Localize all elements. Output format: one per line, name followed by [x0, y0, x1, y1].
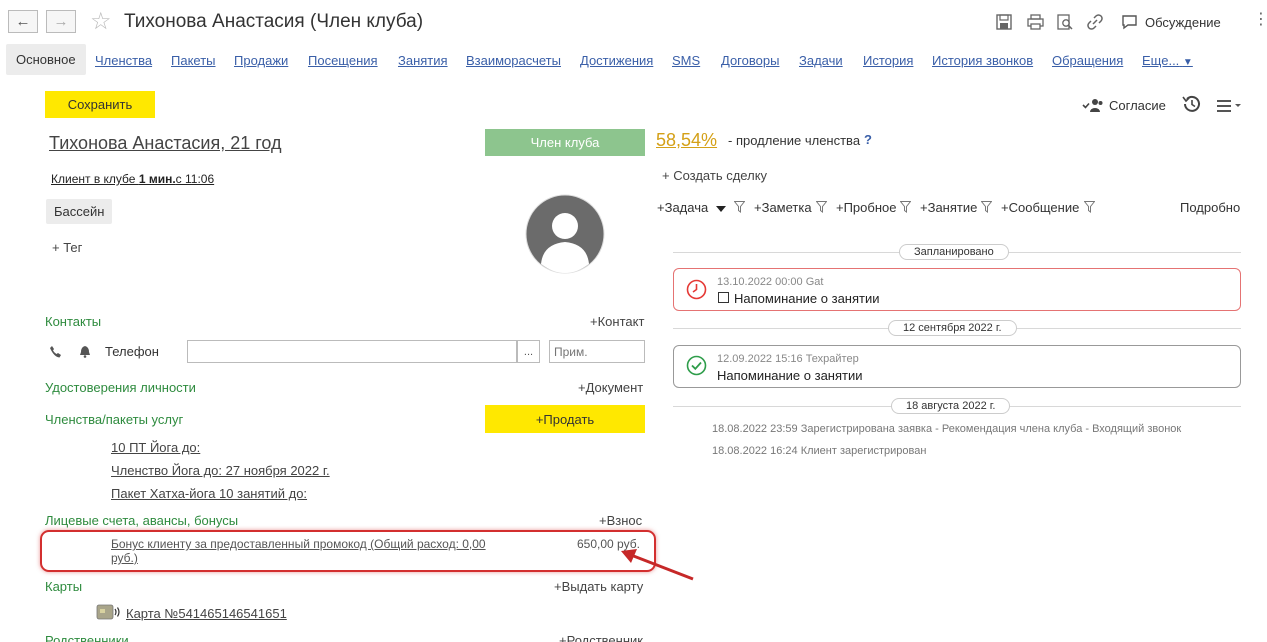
more-vert-icon[interactable]: ⋮ [1253, 12, 1267, 28]
tab-memberships[interactable]: Членства [95, 53, 152, 68]
avatar[interactable] [525, 194, 605, 274]
add-document-button[interactable]: +Документ [578, 380, 643, 395]
add-task-button[interactable]: +Задача [657, 200, 708, 215]
bonus-account-link[interactable]: Бонус клиенту за предоставленный промоко… [111, 537, 486, 565]
phone-input[interactable] [187, 340, 517, 363]
group-date: 18 августа 2022 г. [891, 398, 1011, 414]
filter-icon[interactable] [1084, 201, 1095, 213]
event-meta: 13.10.2022 00:00 Gat [717, 276, 824, 288]
print-icon[interactable] [1027, 14, 1044, 30]
status-badge: Член клуба [485, 129, 645, 156]
tab-contracts[interactable]: Договоры [721, 53, 779, 68]
documents-section-title: Удостоверения личности [45, 380, 196, 395]
consent-button[interactable]: Согласие [1109, 98, 1166, 113]
event-text: Напоминание о занятии [717, 368, 863, 383]
accounts-section-title: Лицевые счета, авансы, бонусы [45, 513, 239, 528]
caret-down-icon: ▼ [1182, 57, 1193, 68]
check-circle-icon [686, 355, 707, 376]
tab-requests[interactable]: Обращения [1052, 53, 1123, 68]
tab-sales[interactable]: Продажи [234, 53, 288, 68]
window-title: Тихонова Анастасия (Член клуба) [124, 11, 424, 32]
add-tag-button[interactable]: + Тег [52, 240, 82, 255]
tab-achievements[interactable]: Достижения [580, 53, 653, 68]
phone-note-input[interactable] [549, 340, 645, 363]
history-icon[interactable] [1180, 94, 1202, 114]
tab-tasks[interactable]: Задачи [799, 53, 843, 68]
discussion-icon[interactable] [1121, 14, 1138, 30]
favorite-star-icon[interactable]: ☆ [90, 7, 112, 36]
create-deal-button[interactable]: + Создать сделку [662, 168, 767, 183]
arrow-right-icon: → [53, 13, 69, 30]
tab-settlements[interactable]: Взаиморасчеты [466, 53, 561, 68]
phone-choose-button[interactable]: ... [517, 340, 540, 363]
help-icon[interactable]: ? [864, 132, 872, 147]
discussion-button[interactable]: Обсуждение [1145, 15, 1221, 30]
add-class-button[interactable]: +Занятие [920, 200, 977, 215]
filter-icon[interactable] [900, 201, 911, 213]
add-message-button[interactable]: +Сообщение [1001, 200, 1079, 215]
consent-users-icon[interactable] [1082, 97, 1104, 113]
membership-item[interactable]: 10 ПТ Йога до: [111, 440, 200, 455]
add-relative-button[interactable]: +Родственник [559, 633, 643, 642]
save-button[interactable]: Сохранить [45, 91, 155, 118]
save-disk-icon[interactable] [996, 14, 1012, 30]
forward-button[interactable]: → [46, 10, 76, 33]
memberships-section-title: Членства/пакеты услуг [45, 412, 184, 427]
relatives-section-title: Родственники [45, 633, 129, 642]
add-note-button[interactable]: +Заметка [754, 200, 812, 215]
tab-classes[interactable]: Занятия [398, 53, 448, 68]
add-deposit-button[interactable]: +Взнос [599, 513, 642, 528]
tab-call-history[interactable]: История звонков [932, 53, 1033, 68]
bell-icon[interactable] [79, 345, 91, 358]
client-name[interactable]: Тихонова Анастасия, 21 год [49, 133, 282, 154]
tab-packages[interactable]: Пакеты [171, 53, 216, 68]
tag-chip[interactable]: Бассейн [46, 199, 113, 224]
caret-down-icon[interactable] [716, 205, 726, 213]
cards-section-title: Карты [45, 579, 83, 594]
tab-more[interactable]: Еще... ▼ [1142, 53, 1193, 68]
card-link[interactable]: Карта №541465146541651 [126, 606, 287, 621]
contactless-card-icon [96, 604, 120, 620]
prolong-percent[interactable]: 58,54% [656, 130, 717, 151]
add-contact-button[interactable]: +Контакт [590, 314, 644, 329]
membership-item[interactable]: Членство Йога до: 27 ноября 2022 г. [111, 463, 330, 478]
sell-button[interactable]: +Продать [485, 405, 645, 433]
phone-icon[interactable] [49, 345, 62, 358]
add-trial-button[interactable]: +Пробное [836, 200, 896, 215]
tab-visits[interactable]: Посещения [308, 53, 378, 68]
preview-icon[interactable] [1057, 14, 1073, 30]
filter-icon[interactable] [816, 201, 827, 213]
in-club-link[interactable]: Клиент в клубе 1 мин.с 11:06 [51, 172, 214, 186]
arrow-left-icon: ← [15, 13, 31, 30]
phone-label: Телефон [105, 344, 159, 359]
link-icon[interactable] [1087, 14, 1103, 30]
event-text: Напоминание о занятии [734, 291, 880, 306]
log-entry: 18.08.2022 16:24 Клиент зарегистрирован [712, 445, 927, 457]
details-button[interactable]: Подробно [1180, 200, 1240, 215]
tab-main[interactable]: Основное [6, 44, 86, 75]
membership-item[interactable]: Пакет Хатха-йога 10 занятий до: [111, 486, 307, 501]
contacts-section-title: Контакты [45, 314, 102, 329]
filter-icon[interactable] [981, 201, 992, 213]
log-entry: 18.08.2022 23:59 Зарегистрирована заявка… [712, 423, 1182, 435]
event-checkbox[interactable] [718, 292, 729, 303]
prolong-text: - продление членства [728, 133, 861, 148]
alarm-clock-icon [686, 279, 707, 300]
tab-sms[interactable]: SMS [672, 53, 700, 68]
menu-icon[interactable] [1216, 99, 1242, 113]
group-planned: Запланировано [899, 244, 1009, 260]
filter-icon[interactable] [734, 201, 745, 213]
event-meta: 12.09.2022 15:16 Техрайтер [717, 353, 859, 365]
back-button[interactable]: ← [8, 10, 38, 33]
tab-history[interactable]: История [863, 53, 913, 68]
group-date: 12 сентября 2022 г. [888, 320, 1017, 336]
issue-card-button[interactable]: +Выдать карту [554, 579, 643, 594]
